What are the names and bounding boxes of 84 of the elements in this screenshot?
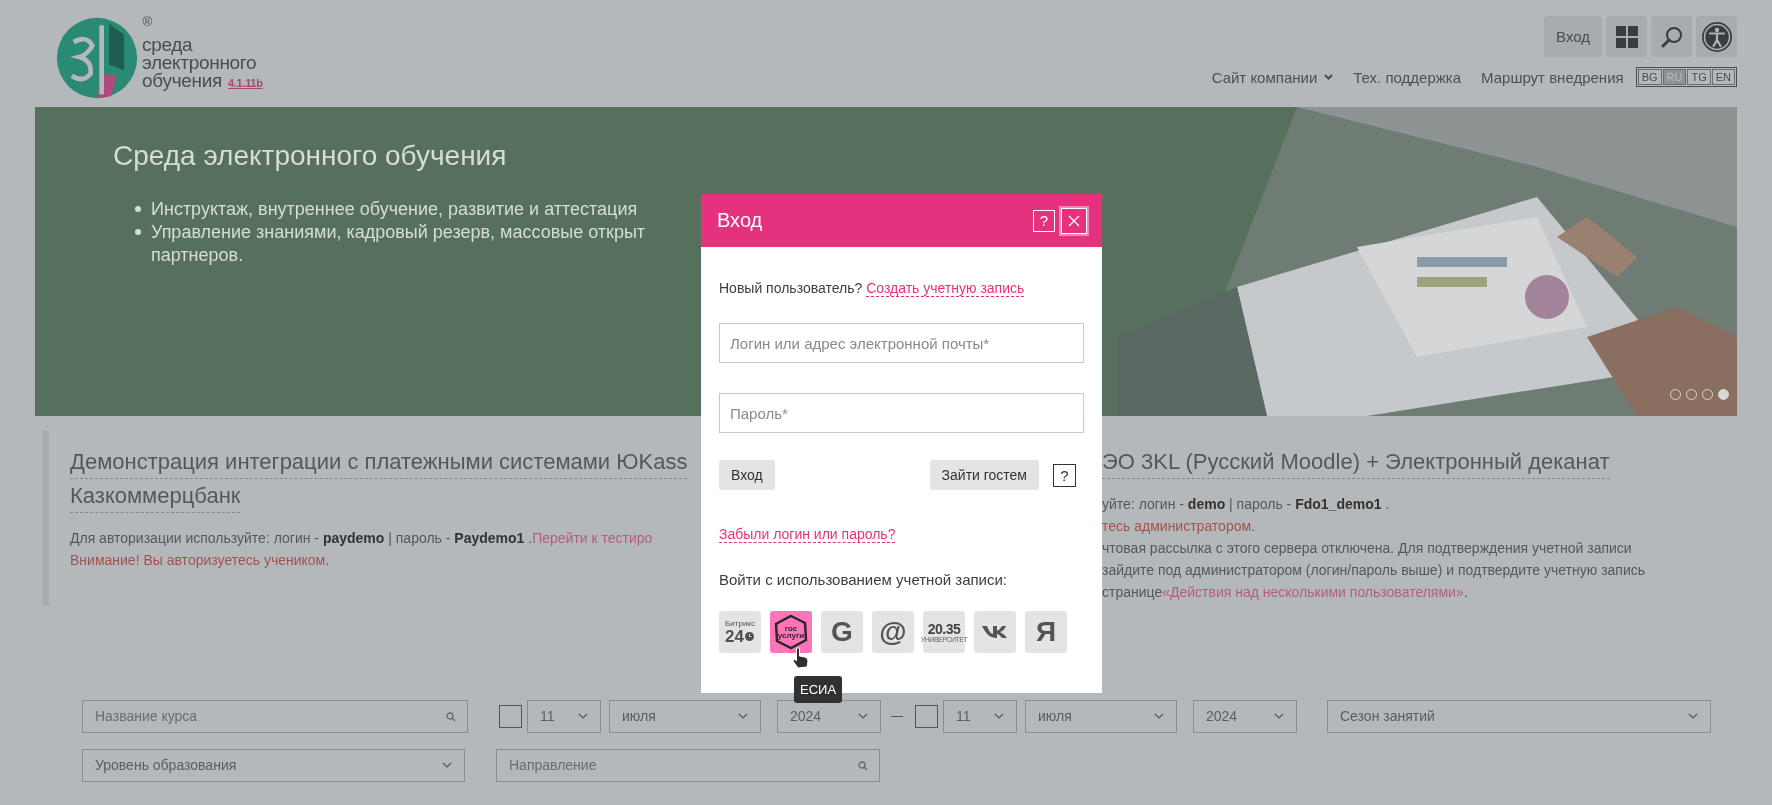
close-button[interactable] bbox=[1061, 207, 1087, 234]
hand-cursor-icon bbox=[792, 647, 810, 669]
education-level-select[interactable]: Уровень образования bbox=[82, 748, 465, 782]
search-icon bbox=[446, 711, 456, 722]
chevron-icon bbox=[1154, 713, 1164, 719]
demo-link[interactable]: «Действия над несколькими пользователями» bbox=[1162, 584, 1464, 600]
password-field[interactable]: Пароль* bbox=[719, 393, 1084, 433]
chevron-icon bbox=[1688, 713, 1698, 719]
logo-icon bbox=[55, 16, 139, 100]
demo-info-text: странице«Действия над несколькими пользователями». bbox=[1102, 583, 1469, 602]
login-field[interactable]: Логин или адрес электронной почты* bbox=[719, 323, 1084, 363]
chevron-icon bbox=[1324, 74, 1334, 80]
demo-info-text: тесь администратором. bbox=[1102, 517, 1256, 536]
chevron-icon bbox=[1274, 713, 1284, 719]
language-tab[interactable]: BG bbox=[1637, 69, 1662, 85]
chevron-icon bbox=[738, 713, 748, 719]
social-login-button[interactable]: @ bbox=[872, 611, 914, 653]
bullet-icon bbox=[135, 206, 141, 212]
logo-text: среда bbox=[142, 36, 194, 54]
logo-icon bbox=[982, 625, 1008, 639]
direction-search-field[interactable]: Направление bbox=[496, 748, 880, 782]
hero-bullet-text: партнеров. bbox=[151, 244, 245, 267]
close-icon bbox=[1068, 214, 1080, 227]
guest-button[interactable]: Зайти гостем bbox=[929, 460, 1039, 490]
nav-link[interactable]: Маршрут внедрения bbox=[1481, 68, 1624, 86]
course-search-field[interactable]: Название курса bbox=[82, 699, 468, 733]
forgot-password-link[interactable]: Забыли логин или пароль? bbox=[719, 526, 896, 543]
logo-text: обучения 4.1.11b bbox=[142, 72, 263, 92]
login-button[interactable]: Вход bbox=[1544, 16, 1602, 57]
new-user-text: Новый пользователь? bbox=[719, 280, 863, 296]
demo-info-text: чтовая рассылка с этого сервера отключена. Для подтверждения учетной записи bbox=[1102, 539, 1633, 558]
demo-info-text: зайдите под администратором (логин/пароль выше) и подтвердите учетную запись bbox=[1102, 561, 1646, 580]
search-icon bbox=[1660, 25, 1683, 48]
create-account-link[interactable]: Создать учетную запись bbox=[866, 280, 1025, 297]
social-login-button[interactable]: G bbox=[821, 611, 863, 653]
date-checkbox[interactable] bbox=[499, 704, 522, 728]
chevron-icon bbox=[858, 713, 868, 719]
help-button[interactable]: ? bbox=[1033, 209, 1055, 232]
year-select[interactable]: 2024 bbox=[777, 699, 881, 733]
language-tab[interactable]: EN bbox=[1711, 69, 1735, 85]
social-login-button[interactable]: гос услуги bbox=[770, 611, 812, 653]
hero-bullet-text: Управление знаниями, кадровый резерв, массовые открыт bbox=[151, 221, 646, 244]
clock-icon bbox=[744, 631, 754, 641]
social-login-button[interactable] bbox=[974, 611, 1016, 653]
slide-dot[interactable] bbox=[1718, 389, 1729, 400]
registered-mark: ® bbox=[142, 14, 153, 29]
demo-info-text: Внимание! Вы авторизуетесь учеником. bbox=[70, 551, 331, 570]
search-button[interactable] bbox=[1651, 16, 1692, 57]
social-login-button[interactable]: Я bbox=[1025, 611, 1067, 653]
day-select[interactable]: 11 bbox=[527, 699, 601, 733]
demo-link[interactable]: Перейти к тестиро bbox=[532, 530, 653, 546]
help-button[interactable]: ? bbox=[1053, 463, 1076, 487]
year-select[interactable]: 2024 bbox=[1193, 699, 1297, 733]
demo-title-link[interactable]: Казкоммерцбанк bbox=[70, 479, 241, 513]
search-icon bbox=[858, 760, 868, 771]
grid-button[interactable] bbox=[1606, 16, 1647, 57]
demo-info-text: Для авторизации используйте: логин - paydemo | пароль - Paydemo1 .Перейти к тестиро bbox=[70, 529, 654, 548]
hero-title: Среда электронного обучения bbox=[113, 140, 508, 172]
tooltip: ЕСИА bbox=[794, 676, 843, 703]
date-checkbox[interactable] bbox=[915, 704, 938, 728]
dialog-title: Вход bbox=[717, 209, 764, 232]
month-select[interactable]: июля bbox=[609, 699, 761, 733]
chevron-icon bbox=[994, 713, 1004, 719]
logo-text: электронного bbox=[142, 54, 258, 72]
demo-title-link[interactable]: Демонстрация интеграции с платежными системами ЮKass bbox=[70, 445, 688, 479]
chevron-icon bbox=[442, 762, 452, 768]
grid-icon bbox=[1615, 25, 1638, 48]
day-select[interactable]: 11 bbox=[943, 699, 1017, 733]
nav-link[interactable]: Сайт компании bbox=[1211, 68, 1334, 86]
month-select[interactable]: июля bbox=[1025, 699, 1177, 733]
version-link[interactable]: 4.1.11b bbox=[228, 77, 263, 89]
hero-bullet-text: Инструктаж, внутреннее обучение, развитие и аттестация bbox=[151, 198, 638, 221]
demo-info-text: уйте: логин - demo | пароль - Fdo1_demo1 . bbox=[1102, 495, 1391, 514]
accessibility-button[interactable] bbox=[1696, 16, 1737, 57]
season-select[interactable]: Сезон занятий bbox=[1327, 699, 1711, 733]
submit-button[interactable]: Вход bbox=[719, 460, 775, 490]
chevron-icon bbox=[578, 713, 588, 719]
range-dash bbox=[891, 715, 903, 717]
accessibility-icon bbox=[1700, 20, 1733, 53]
language-tab[interactable]: TG bbox=[1687, 69, 1711, 85]
bullet-icon bbox=[135, 229, 141, 235]
social-login-button[interactable]: Битрикс 24 bbox=[719, 611, 761, 653]
nav-link[interactable]: Тех. поддержка bbox=[1353, 68, 1462, 86]
social-login-label: Войти с использованием учетной записи: bbox=[719, 571, 1009, 588]
